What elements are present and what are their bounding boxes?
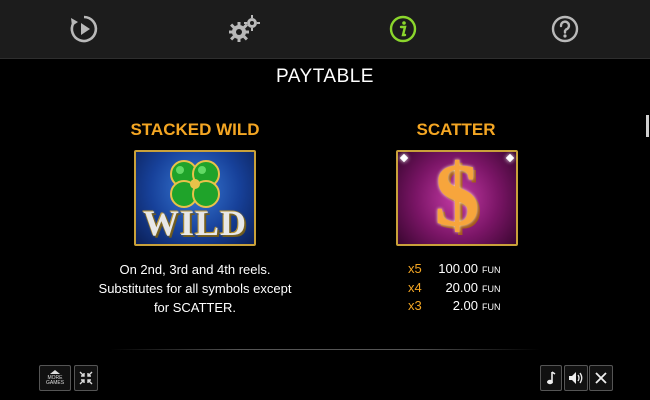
music-note-icon	[547, 371, 556, 385]
sound-toggle-button[interactable]	[564, 365, 588, 391]
speaker-icon	[569, 372, 583, 384]
fullscreen-button[interactable]	[74, 365, 98, 391]
page-title: PAYTABLE	[276, 66, 374, 87]
info-button[interactable]	[385, 11, 421, 47]
payout-amount: 100.00	[438, 261, 478, 276]
payout-multiplier: x4	[408, 280, 422, 295]
replay-play-icon	[70, 15, 98, 43]
payout-currency: FUN	[482, 265, 501, 275]
scatter-symbol-text: $	[434, 146, 480, 245]
payout-currency: FUN	[482, 302, 501, 312]
collapse-icon	[79, 371, 93, 385]
close-button[interactable]	[589, 365, 613, 391]
info-icon	[389, 15, 417, 43]
payout-row: x5 100.00 FUN	[408, 261, 501, 279]
question-icon	[551, 15, 579, 43]
gears-icon	[229, 15, 260, 42]
payout-amount: 20.00	[445, 280, 478, 295]
wild-description-line: for SCATTER.	[153, 300, 237, 315]
settings-button[interactable]	[226, 11, 262, 47]
more-games-button[interactable]: MORE GAMES	[39, 365, 71, 391]
payout-currency: FUN	[482, 284, 501, 294]
scatter-symbol: $	[396, 146, 518, 246]
help-button[interactable]	[547, 11, 583, 47]
autoplay-button[interactable]	[66, 11, 102, 47]
scatter-heading: SCATTER	[416, 120, 496, 139]
payout-amount: 2.00	[452, 298, 478, 313]
close-icon	[595, 372, 607, 384]
top-nav-bar	[0, 0, 650, 59]
wild-description: On 2nd, 3rd and 4th reels. Substitutes f…	[80, 260, 310, 317]
wild-description-line: Substitutes for all symbols except	[98, 281, 292, 296]
wild-description-line: On 2nd, 3rd and 4th reels.	[119, 262, 271, 277]
payout-multiplier: x5	[408, 261, 422, 276]
bottom-divider	[110, 349, 540, 350]
wild-heading: STACKED WILD	[130, 120, 260, 139]
scrollbar[interactable]	[646, 115, 649, 137]
payout-multiplier: x3	[408, 298, 422, 313]
wild-symbol: WILD	[134, 150, 256, 246]
music-toggle-button[interactable]	[540, 365, 562, 391]
payout-row: x3 2.00 FUN	[408, 298, 501, 316]
more-games-label-2: GAMES	[45, 380, 65, 386]
payout-row: x4 20.00 FUN	[408, 280, 501, 298]
wild-symbol-text: WILD	[142, 203, 248, 243]
